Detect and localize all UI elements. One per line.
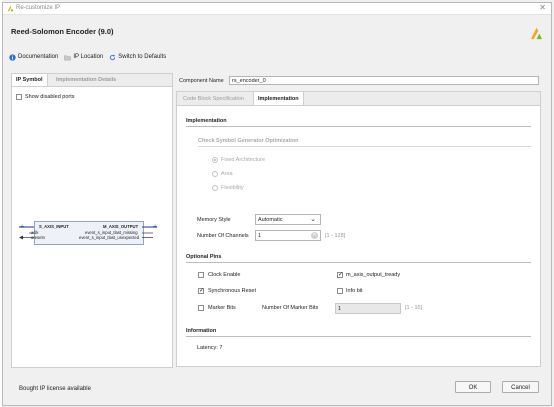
toolbar: Documentation IP Location Switch to Defa… (9, 52, 172, 62)
radio-area-label: Area (221, 171, 233, 177)
optional-pins-section-title: Optional Pins (186, 254, 222, 260)
cancel-button[interactable]: Cancel (502, 381, 539, 393)
ip-location-label: IP Location (73, 54, 104, 60)
check-symbol-divider (198, 146, 531, 147)
latency-text: Latency: 7 (197, 345, 223, 351)
switch-defaults-label: Switch to Defaults (118, 54, 167, 60)
license-status: Bought IP license available (19, 386, 91, 392)
port-aresetn: aresetn (31, 235, 45, 240)
folder-icon (64, 55, 72, 60)
clock-enable-checkbox[interactable] (198, 272, 204, 278)
implementation-divider (186, 126, 531, 127)
right-bus-plus-icon: + (153, 224, 157, 231)
page-title: Reed-Solomon Encoder (9.0) (11, 27, 114, 36)
m-axis-output-tready-label: m_axis_output_tready (346, 272, 401, 278)
memory-style-label: Memory Style (197, 217, 231, 223)
clock-enable-label: Clock Enable (208, 272, 241, 278)
memory-style-select[interactable]: Automatic ⌄ (255, 214, 321, 225)
number-of-channels-value: 1 (258, 233, 262, 239)
vivado-logo-icon (7, 5, 14, 12)
synchronous-reset-label: Synchronous Reset (208, 288, 256, 294)
radio-area[interactable] (212, 171, 218, 177)
component-name-input[interactable]: rs_encoder_0 (229, 76, 539, 85)
tab-ip-symbol[interactable]: IP Symbol (12, 74, 48, 86)
show-disabled-ports-label: Show disabled ports (25, 94, 75, 100)
show-disabled-ports-checkbox[interactable] (16, 94, 22, 100)
right-tabs: Code Block Specification Implementation (176, 91, 541, 106)
radio-fixed-architecture-label: Fixed Architecture (221, 157, 266, 163)
port-m-axis-output: M_AXIS_OUTPUT (103, 224, 139, 229)
optional-pins-divider (186, 262, 531, 263)
m-axis-output-tready-checkbox[interactable] (337, 271, 343, 278)
window-title: Re-customize IP (16, 5, 61, 11)
information-divider (186, 336, 531, 337)
radio-flexibility-label: Flexibility (221, 185, 244, 191)
documentation-label: Documentation (18, 54, 59, 60)
switch-defaults-button[interactable]: Switch to Defaults (109, 54, 166, 61)
implementation-content: Implementation Check Symbol Generator Op… (176, 105, 541, 367)
ok-button[interactable]: OK (455, 381, 491, 393)
chevron-down-icon: ⌄ (310, 216, 316, 223)
information-section-title: Information (186, 328, 217, 334)
left-tabs: IP Symbol Implementation Details (12, 74, 172, 87)
port-s-axis-input: S_AXIS_INPUT (39, 224, 69, 229)
info-bit-label: Info bit (346, 288, 363, 294)
number-of-marker-bits-label: Number Of Marker Bits (262, 305, 319, 311)
number-of-channels-input[interactable]: 1 ✕ (255, 230, 321, 241)
title-bar: Re-customize IP ✕ (3, 3, 551, 15)
left-bus-plus-icon: + (20, 224, 24, 231)
marker-bits-range-hint: [1 - 16] (405, 305, 423, 311)
marker-bits-label: Marker Bits (208, 305, 236, 311)
clear-input-icon[interactable]: ✕ (311, 232, 318, 239)
channels-range-hint: [1 - 128] (325, 233, 346, 239)
marker-bits-checkbox[interactable] (198, 305, 204, 311)
radio-flexibility[interactable] (212, 185, 218, 191)
implementation-section-title: Implementation (186, 118, 227, 124)
number-of-marker-bits-input[interactable]: 1 (335, 303, 401, 314)
ip-location-button[interactable]: IP Location (64, 54, 103, 61)
memory-style-value: Automatic (258, 217, 283, 223)
vivado-brand-icon (530, 27, 543, 40)
info-bit-checkbox[interactable] (337, 288, 343, 294)
tab-implementation-details[interactable]: Implementation Details (52, 74, 120, 86)
check-symbol-subsection-title: Check Symbol Generator Optimization (198, 138, 299, 144)
info-icon (9, 53, 16, 61)
refresh-icon (110, 54, 116, 60)
component-name-label: Component Name (179, 78, 224, 84)
port-tlast-unexpected: event_s_input_tlast_unexpected (79, 235, 140, 240)
ip-symbol-panel: IP Symbol Implementation Details Show di… (11, 73, 173, 368)
radio-fixed-architecture[interactable] (212, 157, 218, 163)
tab-implementation[interactable]: Implementation (253, 92, 304, 106)
close-icon[interactable]: ✕ (539, 3, 546, 12)
number-of-channels-label: Number Of Channels (197, 233, 249, 239)
tab-code-block-specification[interactable]: Code Block Specification (179, 92, 248, 106)
synchronous-reset-checkbox[interactable] (198, 287, 204, 294)
documentation-button[interactable]: Documentation (9, 53, 59, 61)
